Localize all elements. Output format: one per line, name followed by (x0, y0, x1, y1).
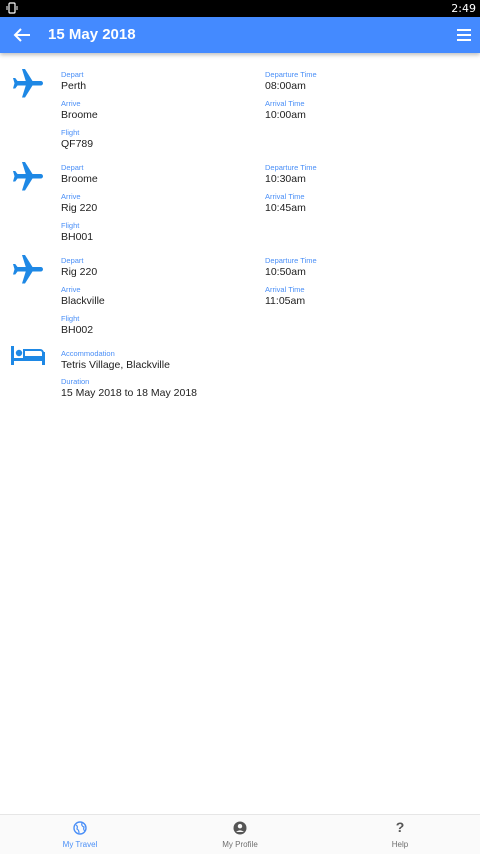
departure-time-value: 08:00am (265, 80, 306, 92)
flight-label: Flight (61, 221, 80, 230)
flight-field: Flight BH001 (61, 221, 93, 244)
duration-label: Duration (61, 377, 90, 386)
depart-label: Depart (61, 256, 84, 265)
arrive-field: Arrive Rig 220 (61, 192, 97, 215)
nav-label: My Profile (222, 840, 258, 849)
nav-my-travel[interactable]: My Travel (0, 815, 160, 854)
airplane-icon (13, 69, 43, 98)
bottom-navigation: My Travel My Profile ? Help (0, 814, 480, 854)
nav-my-profile[interactable]: My Profile (160, 815, 320, 854)
arrive-value: Rig 220 (61, 202, 98, 214)
departure-time-field: Departure Time 08:00am (265, 70, 317, 93)
departure-time-label: Departure Time (265, 70, 317, 79)
duration-field: Duration 15 May 2018 to 18 May 2018 (61, 377, 197, 400)
arrival-time-value: 10:00am (265, 109, 306, 121)
globe-icon (73, 821, 87, 835)
accommodation-value: Tetris Village, Blackville (61, 359, 170, 371)
accommodation-label: Accommodation (61, 349, 115, 358)
nav-help[interactable]: ? Help (320, 815, 480, 854)
arrive-value: Broome (61, 109, 98, 121)
airplane-icon (13, 255, 43, 284)
flight-label: Flight (61, 314, 80, 323)
arrive-label: Arrive (61, 192, 81, 201)
flight-field: Flight QF789 (61, 128, 93, 151)
depart-value: Rig 220 (61, 266, 98, 278)
hotel-bed-icon (11, 346, 45, 365)
departure-time-field: Departure Time 10:50am (265, 256, 317, 279)
accommodation-field: Accommodation Tetris Village, Blackville (61, 349, 170, 372)
departure-time-value: 10:30am (265, 173, 306, 185)
arrival-time-field: Arrival Time 11:05am (265, 285, 305, 308)
duration-value: 15 May 2018 to 18 May 2018 (61, 387, 198, 399)
flight-number: QF789 (61, 138, 94, 150)
depart-label: Depart (61, 163, 84, 172)
arrival-time-label: Arrival Time (265, 192, 305, 201)
vibrate-icon (6, 2, 18, 14)
status-bar: 2:49 (0, 0, 480, 17)
status-time: 2:49 (451, 2, 476, 15)
arrival-time-field: Arrival Time 10:45am (265, 192, 306, 215)
depart-field: Depart Perth (61, 70, 86, 93)
depart-value: Broome (61, 173, 98, 185)
arrival-time-label: Arrival Time (265, 99, 305, 108)
account-circle-icon (233, 821, 247, 835)
depart-label: Depart (61, 70, 84, 79)
airplane-icon (13, 162, 43, 191)
arrive-value: Blackville (61, 295, 105, 307)
depart-value: Perth (61, 80, 87, 92)
flight-number: BH001 (61, 231, 94, 243)
departure-time-label: Departure Time (265, 163, 317, 172)
arrival-time-value: 10:45am (265, 202, 306, 214)
arrive-label: Arrive (61, 285, 81, 294)
flight-number: BH002 (61, 324, 94, 336)
depart-field: Depart Rig 220 (61, 256, 97, 279)
page-title: 15 May 2018 (48, 26, 136, 43)
back-arrow-icon[interactable] (12, 26, 32, 44)
depart-field: Depart Broome (61, 163, 98, 186)
menu-icon[interactable] (456, 27, 472, 43)
arrive-field: Arrive Broome (61, 99, 98, 122)
departure-time-label: Departure Time (265, 256, 317, 265)
departure-time-value: 10:50am (265, 266, 306, 278)
app-bar: 15 May 2018 (0, 17, 480, 53)
departure-time-field: Departure Time 10:30am (265, 163, 317, 186)
arrive-field: Arrive Blackville (61, 285, 105, 308)
nav-label: Help (391, 840, 409, 849)
nav-label: My Travel (62, 840, 98, 849)
flight-label: Flight (61, 128, 80, 137)
arrival-time-label: Arrival Time (265, 285, 305, 294)
help-icon: ? (395, 819, 405, 835)
arrival-time-field: Arrival Time 10:00am (265, 99, 306, 122)
arrival-time-value: 11:05am (265, 295, 306, 307)
flight-field: Flight BH002 (61, 314, 93, 337)
arrive-label: Arrive (61, 99, 81, 108)
